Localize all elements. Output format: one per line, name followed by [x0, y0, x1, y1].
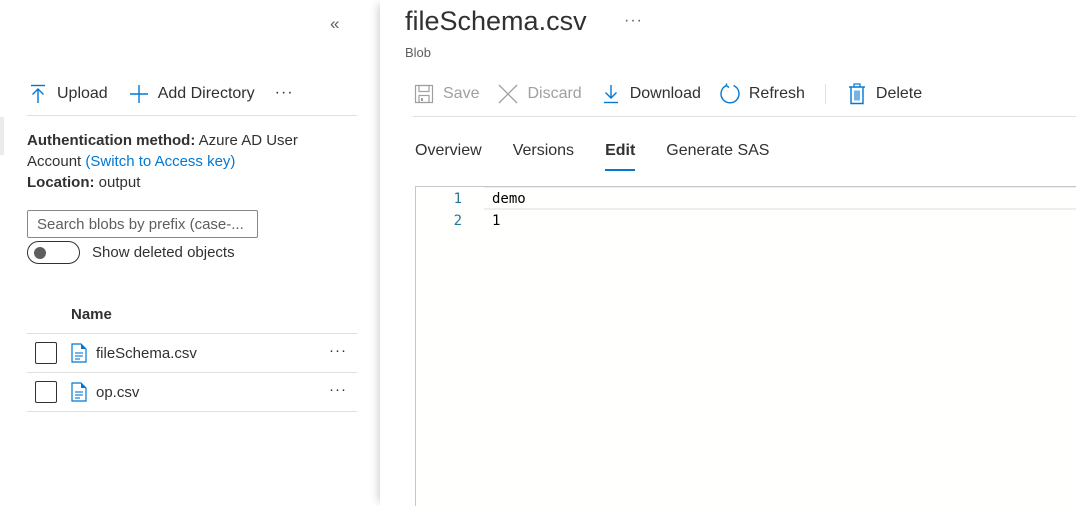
file-icon — [70, 382, 88, 402]
line-text[interactable]: demo — [492, 188, 526, 210]
list-item[interactable]: op.csv ··· — [27, 373, 357, 412]
selection-indicator — [0, 117, 4, 155]
toolbar-divider — [824, 84, 826, 104]
delete-label: Delete — [875, 85, 923, 102]
discard-label: Discard — [527, 85, 582, 102]
blob-detail-pane: fileSchema.csv ··· Blob Save Discard Dow… — [380, 0, 1076, 506]
refresh-label: Refresh — [748, 85, 805, 102]
search-blobs-input[interactable] — [27, 210, 258, 238]
collapse-pane-icon[interactable]: « — [330, 14, 340, 34]
editor-line[interactable]: 1 demo — [454, 187, 1076, 210]
auth-method-value-cont: Account — [27, 153, 82, 170]
page-subtitle: Blob — [405, 45, 432, 60]
location-value: output — [98, 174, 141, 191]
page-title: fileSchema.csv — [405, 6, 587, 36]
close-icon — [497, 83, 519, 105]
file-icon — [70, 343, 88, 363]
title-more-button[interactable]: ··· — [624, 12, 643, 30]
tab-generate-sas[interactable]: Generate SAS — [666, 140, 769, 172]
tab-edit[interactable]: Edit — [605, 140, 636, 172]
upload-icon — [27, 83, 49, 105]
row-checkbox[interactable] — [35, 342, 57, 364]
line-number: 2 — [453, 213, 462, 229]
column-header-name[interactable]: Name — [27, 296, 357, 334]
auth-method-label: Authentication method: — [27, 132, 196, 149]
download-icon — [600, 83, 622, 105]
blob-browser-pane: « Upload Add Directory ··· Authenticatio… — [0, 0, 380, 506]
line-number: 1 — [453, 191, 462, 207]
plus-icon — [128, 83, 150, 105]
download-button[interactable]: Download — [600, 80, 701, 108]
row-more-button[interactable]: ··· — [329, 342, 347, 359]
connection-info: Authentication method: Azure AD User Acc… — [27, 130, 327, 193]
upload-label: Upload — [57, 85, 108, 102]
show-deleted-row: Show deleted objects — [27, 241, 235, 264]
blob-list: Name fileSchema.csv ··· op.csv ··· — [27, 296, 357, 412]
save-icon — [413, 83, 435, 105]
file-name[interactable]: op.csv — [96, 384, 139, 401]
row-more-button[interactable]: ··· — [329, 381, 347, 398]
discard-button[interactable]: Discard — [497, 80, 582, 108]
list-item[interactable]: fileSchema.csv ··· — [27, 334, 357, 373]
refresh-button[interactable]: Refresh — [719, 80, 805, 108]
add-directory-button[interactable]: Add Directory — [128, 80, 255, 108]
tab-bar: Overview Versions Edit Generate SAS — [415, 140, 800, 172]
save-button[interactable]: Save — [413, 80, 479, 108]
editor-line[interactable]: 2 1 — [416, 210, 1076, 233]
trash-icon — [846, 83, 868, 105]
file-name[interactable]: fileSchema.csv — [96, 345, 197, 362]
upload-button[interactable]: Upload — [27, 80, 108, 108]
add-directory-label: Add Directory — [157, 85, 255, 102]
toggle-knob — [34, 247, 46, 259]
tab-overview[interactable]: Overview — [415, 140, 482, 172]
row-checkbox[interactable] — [35, 381, 57, 403]
download-label: Download — [629, 85, 701, 102]
command-bar: Save Discard Download Refresh Delete — [413, 80, 1076, 117]
line-text[interactable]: 1 — [492, 210, 500, 232]
save-label: Save — [443, 85, 480, 102]
location-label: Location: — [27, 174, 95, 191]
tab-versions[interactable]: Versions — [513, 140, 574, 172]
delete-button[interactable]: Delete — [846, 80, 922, 108]
switch-to-access-key-link[interactable]: (Switch to Access key) — [85, 153, 235, 170]
show-deleted-label: Show deleted objects — [92, 244, 235, 261]
auth-method-value: Azure AD User — [198, 132, 298, 149]
more-actions-button[interactable]: ··· — [275, 80, 294, 106]
refresh-icon — [719, 83, 741, 105]
show-deleted-toggle[interactable] — [27, 241, 80, 264]
code-editor[interactable]: 1 demo 2 1 — [415, 186, 1076, 506]
blob-toolbar: Upload Add Directory ··· — [27, 80, 357, 116]
